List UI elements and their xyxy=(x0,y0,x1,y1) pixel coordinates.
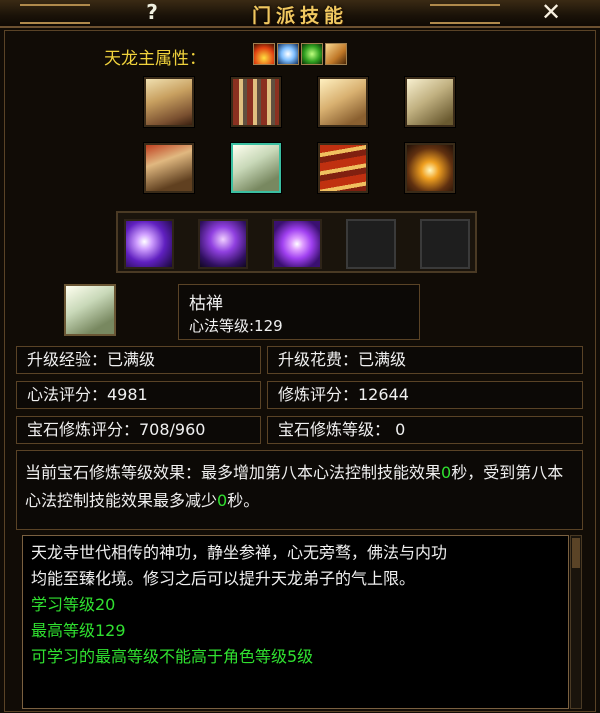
glowing-book-icon[interactable] xyxy=(405,143,455,193)
effect-value-b: 0 xyxy=(217,491,228,510)
effect-text-a: 当前宝石修炼等级效果：最多增加第八本心法控制技能效果 xyxy=(25,463,442,482)
purple-orb-skill-icon[interactable] xyxy=(272,219,322,269)
max-level: 最高等级129 xyxy=(31,621,126,640)
description-scrollbar[interactable] xyxy=(570,535,582,709)
skill-bar xyxy=(116,211,477,273)
learn-level: 学习等级20 xyxy=(31,595,116,614)
fire-icon xyxy=(253,43,275,65)
selected-book-icon xyxy=(64,284,116,336)
white-book-icon[interactable] xyxy=(231,143,281,193)
purple-burst-skill-icon[interactable] xyxy=(124,219,174,269)
scrollbar-thumb[interactable] xyxy=(572,538,580,568)
gem-effect-text: 当前宝石修炼等级效果：最多增加第八本心法控制技能效果0秒，受到第八本心法控制技能… xyxy=(16,450,583,530)
poison-icon xyxy=(301,43,323,65)
effect-text-c: 秒。 xyxy=(227,491,260,510)
gem-cultivation-score: 宝石修炼评分：708/960 xyxy=(16,416,261,444)
scroll-book-icon[interactable] xyxy=(144,77,194,127)
upgrade-cost: 升级花费：已满级 xyxy=(267,346,583,374)
xinfa-score: 心法评分：4981 xyxy=(16,381,261,409)
upgrade-exp: 升级经验：已满级 xyxy=(16,346,261,374)
skill-description: 天龙寺世代相传的神功，静坐参禅，心无旁骛，佛法与内功 均能至臻化境。修习之后可以… xyxy=(22,535,569,709)
selected-skill-level: 心法等级:129 xyxy=(189,317,283,335)
gem-cultivation-level: 宝石修炼等级： 0 xyxy=(267,416,583,444)
ice-icon xyxy=(277,43,299,65)
attribute-icons xyxy=(253,43,347,65)
open-book-icon[interactable] xyxy=(405,77,455,127)
empty-skill-slot[interactable] xyxy=(346,219,396,269)
selected-skill-info: 枯禅 心法等级:129 xyxy=(178,284,420,340)
description-line: 均能至臻化境。修习之后可以提升天龙弟子的气上限。 xyxy=(31,569,416,588)
level-restriction-note: 可学习的最高等级不能高于角色等级5级 xyxy=(31,647,314,666)
sect-skill-window: ? 门派技能 ✕ 天龙主属性： 枯禅 心法等级:129 升级经验：已满级 升级花… xyxy=(0,0,600,713)
selected-skill-name: 枯禅 xyxy=(189,294,223,314)
description-line: 天龙寺世代相传的神功，静坐参禅，心无旁骛，佛法与内功 xyxy=(31,543,448,562)
title-bar[interactable]: ? 门派技能 ✕ xyxy=(0,0,600,28)
neutral-icon xyxy=(325,43,347,65)
shadow-figure-skill-icon[interactable] xyxy=(198,219,248,269)
figure-book-icon[interactable] xyxy=(144,143,194,193)
red-books-icon[interactable] xyxy=(318,143,368,193)
close-button[interactable]: ✕ xyxy=(534,0,568,25)
open-book-icon[interactable] xyxy=(318,77,368,127)
empty-skill-slot[interactable] xyxy=(420,219,470,269)
window-title: 门派技能 xyxy=(251,5,348,27)
scroll-bundle-book-icon[interactable] xyxy=(231,77,281,127)
effect-value-a: 0 xyxy=(441,463,452,482)
main-attribute-label: 天龙主属性： xyxy=(104,49,206,69)
xiulian-score: 修炼评分：12644 xyxy=(267,381,583,409)
